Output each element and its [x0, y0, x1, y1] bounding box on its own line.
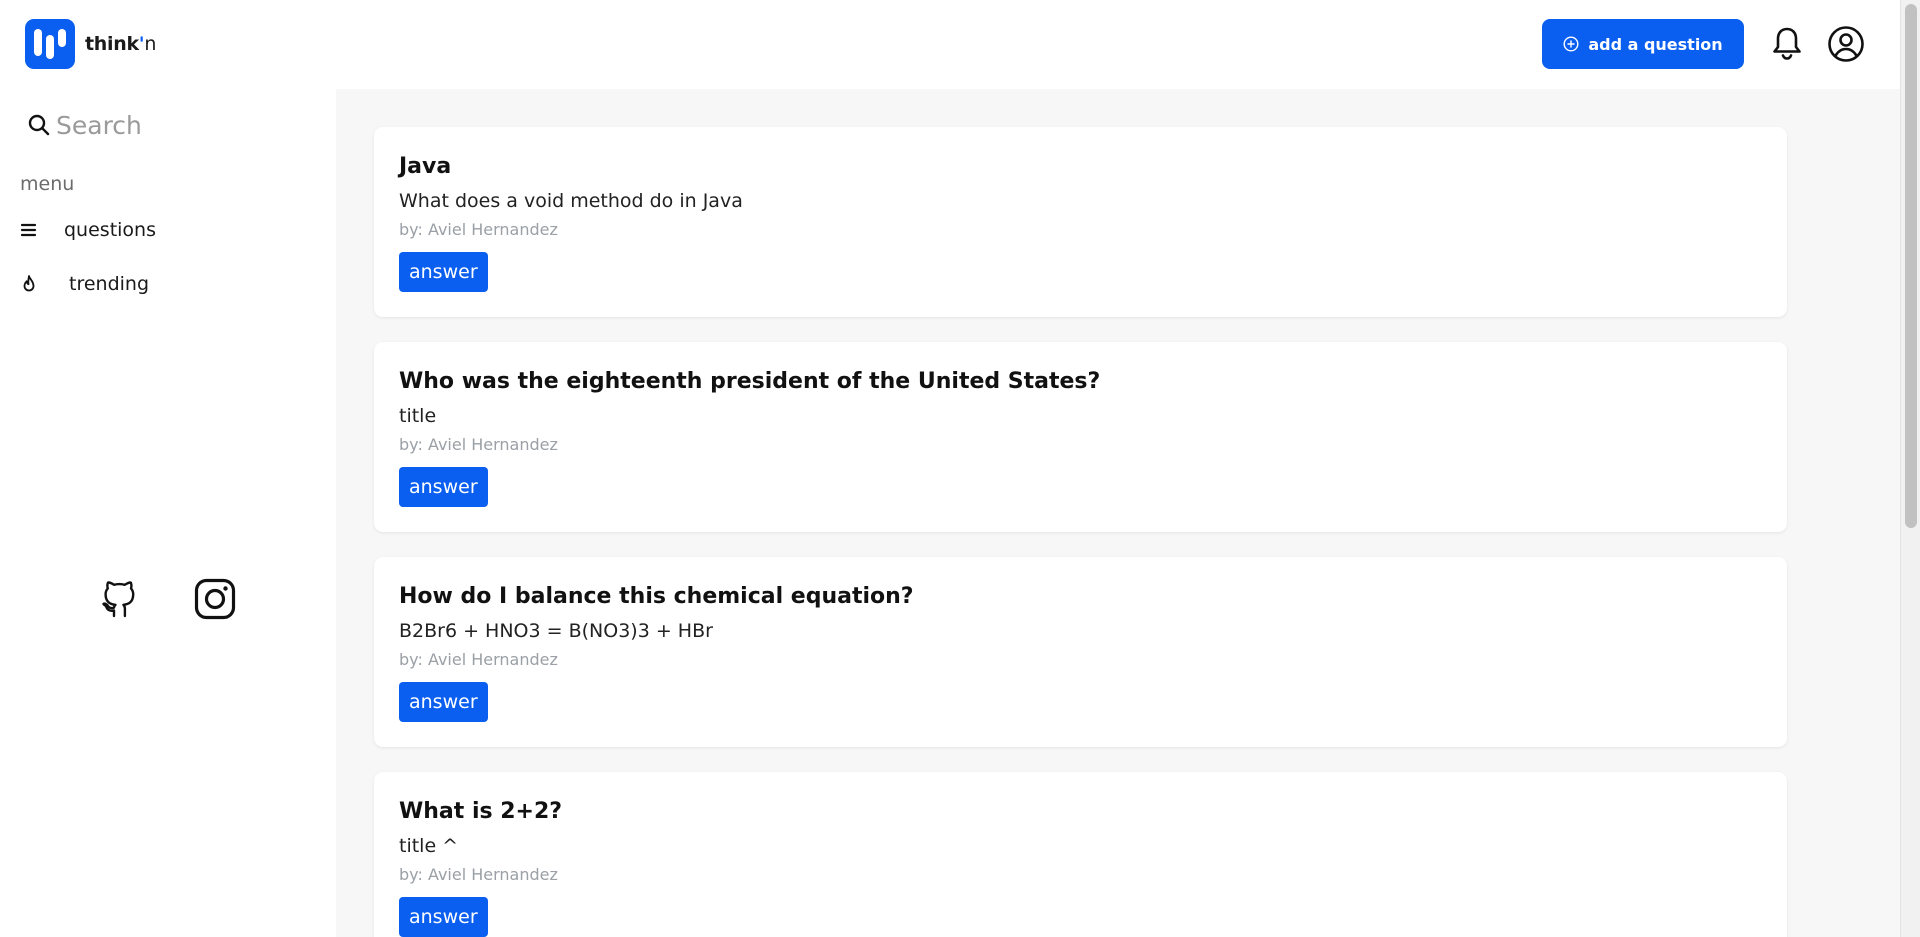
question-author: by: Aviel Hernandez: [399, 650, 558, 669]
instagram-icon[interactable]: [193, 577, 237, 621]
search-icon: [28, 114, 50, 136]
sidebar-item-questions[interactable]: questions: [20, 219, 156, 241]
answer-button[interactable]: answer: [399, 252, 488, 292]
question-body: B2Br6 + HNO3 = B(NO3)3 + HBr: [399, 620, 713, 642]
answer-button[interactable]: answer: [399, 682, 488, 722]
question-body: title ^: [399, 835, 459, 857]
flame-icon: [23, 275, 35, 292]
question-author: by: Aviel Hernandez: [399, 435, 558, 454]
menu-heading: menu: [20, 173, 75, 195]
plus-circle-icon: [1563, 36, 1579, 52]
add-question-label: add a question: [1588, 34, 1723, 54]
search-bar[interactable]: [28, 107, 308, 143]
page-scrollbar[interactable]: [1900, 0, 1920, 937]
question-body: What does a void method do in Java: [399, 190, 743, 212]
logo-text-think: think: [85, 33, 139, 55]
search-input[interactable]: [56, 110, 296, 140]
question-author: by: Aviel Hernandez: [399, 865, 558, 884]
question-title: Java: [399, 154, 452, 179]
sidebar-item-trending[interactable]: trending: [20, 273, 149, 295]
app-logo[interactable]: think'n: [25, 19, 156, 69]
sidebar: menu questions trending: [0, 89, 336, 937]
top-header: think'n add a question: [0, 0, 1900, 89]
question-author: by: Aviel Hernandez: [399, 220, 558, 239]
list-icon: [20, 223, 37, 237]
answer-button[interactable]: answer: [399, 467, 488, 507]
sidebar-item-label: questions: [64, 219, 156, 241]
logo-text: think'n: [85, 33, 156, 55]
question-title: How do I balance this chemical equation?: [399, 584, 914, 609]
bell-icon[interactable]: [1771, 26, 1803, 62]
question-body: title: [399, 405, 437, 427]
sidebar-item-label: trending: [69, 273, 150, 295]
question-card: What is 2+2? title ^ by: Aviel Hernandez…: [374, 772, 1787, 937]
question-title: What is 2+2?: [399, 799, 563, 824]
question-title: Who was the eighteenth president of the …: [399, 369, 1101, 394]
question-card: How do I balance this chemical equation?…: [374, 557, 1787, 747]
answer-button[interactable]: answer: [399, 897, 488, 937]
question-card: Who was the eighteenth president of the …: [374, 342, 1787, 532]
question-card: Java What does a void method do in Java …: [374, 127, 1787, 317]
add-question-button[interactable]: add a question: [1542, 19, 1744, 69]
scrollbar-thumb[interactable]: [1905, 4, 1917, 528]
questions-feed: Java What does a void method do in Java …: [336, 89, 1900, 937]
github-icon[interactable]: [98, 577, 142, 621]
user-profile-icon[interactable]: [1827, 25, 1865, 63]
logo-text-n: n: [144, 33, 157, 55]
logo-mark-icon: [25, 19, 75, 69]
